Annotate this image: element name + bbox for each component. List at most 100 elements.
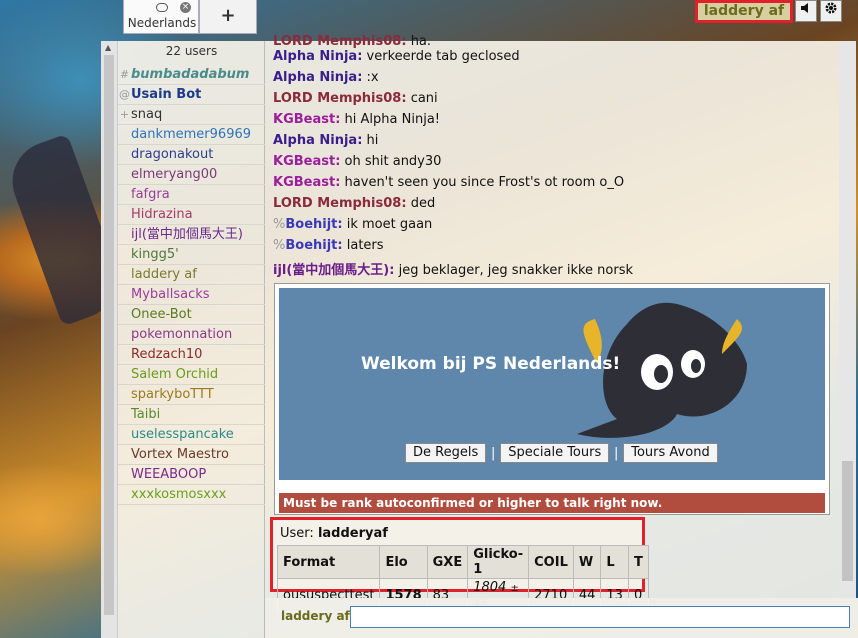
rules-button[interactable]: De Regels (405, 443, 487, 463)
userlist-item[interactable]: dankmemer96969 (118, 125, 265, 145)
user-name[interactable]: Taibi (131, 407, 160, 422)
welcome-title: Welkom bij PS Nederlands! (361, 354, 621, 374)
scrollbar-thumb[interactable] (104, 55, 114, 615)
chat-username[interactable]: KGBeast: (273, 154, 340, 169)
user-name[interactable]: pokemonnation (131, 327, 232, 342)
chat-username[interactable]: KGBeast: (273, 175, 340, 190)
separator: | (491, 445, 496, 461)
chat-message: Alpha Ninja: hi (273, 133, 378, 148)
userlist-item[interactable]: Salem Orchid (118, 365, 265, 385)
stats-column-header: GXE (426, 545, 469, 579)
stats-column-header: Glicko-1 (467, 545, 530, 579)
user-name[interactable]: Salem Orchid (131, 367, 218, 382)
special-tours-button[interactable]: Speciale Tours (500, 443, 610, 463)
chat-input[interactable] (350, 606, 850, 628)
user-button[interactable]: laddery af (695, 0, 793, 23)
tab-label: Nederlands (127, 16, 197, 30)
close-icon[interactable]: × (180, 2, 191, 13)
user-name[interactable]: Usain Bot (131, 87, 201, 102)
user-name[interactable]: bumbadadabum (131, 67, 249, 82)
user-rank-symbol: @ (119, 88, 130, 101)
new-tab-button[interactable]: + (199, 0, 257, 34)
chat-message: %Boehijt: laters (273, 238, 384, 253)
chat-text: haven't seen you since Frost's ot room o… (344, 175, 625, 190)
user-name[interactable]: snaq (131, 107, 162, 122)
chat-text: laters (346, 238, 384, 253)
user-name[interactable]: laddery af (131, 267, 197, 282)
user-name[interactable]: sparkyboTTT (131, 387, 214, 402)
userlist-item[interactable]: pokemonnation (118, 325, 265, 345)
userlist-item[interactable]: kingg5' (118, 245, 265, 265)
scroll-up-icon[interactable]: ▲ (105, 43, 111, 52)
userlist-item[interactable]: xxxkosmosxxx (118, 485, 265, 505)
user-name[interactable]: Onee-Bot (131, 307, 192, 322)
chat-username[interactable]: KGBeast: (273, 112, 340, 127)
user-rank-symbol: + (119, 108, 130, 121)
userlist-item[interactable]: Redzach10 (118, 345, 265, 365)
userlist-item[interactable]: dragonakout (118, 145, 265, 165)
chat-username[interactable]: Alpha Ninja: (273, 49, 362, 64)
userlist-item[interactable]: Onee-Bot (118, 305, 265, 325)
user-stats-box: User: ladderyaf Format Elo GXE Glicko-1 COIL… (270, 517, 649, 612)
user-name[interactable]: Vortex Maestro (131, 447, 229, 462)
userlist: ▲ 22 users # bumbadadabum @Usain Bot + snaq d… (101, 41, 265, 638)
userlist-item[interactable]: uselesspancake (118, 425, 265, 445)
user-name[interactable]: dankmemer96969 (131, 127, 251, 142)
userlist-item[interactable]: # bumbadadabum (118, 65, 265, 85)
userlist-item[interactable]: Vortex Maestro (118, 445, 265, 465)
user-name[interactable]: dragonakout (131, 147, 213, 162)
welcome-box: Welkom bij PS Nederlands! De Regels | Spec… (274, 283, 830, 515)
user-list: # bumbadadabum @Usain Bot + snaq dankmemer969… (118, 65, 265, 505)
glicko-value: 1804 (473, 580, 507, 595)
chat-text: oh shit andy30 (344, 154, 442, 169)
user-name[interactable]: uselesspancake (131, 427, 234, 442)
userlist-item[interactable]: Taibi (118, 405, 265, 425)
userlist-item[interactable]: @Usain Bot (118, 85, 265, 105)
speaker-icon[interactable] (795, 0, 817, 22)
chat-username[interactable]: LORD Memphis08: (273, 91, 407, 106)
mascot-image (577, 302, 747, 438)
user-name[interactable]: xxxkosmosxxx (131, 487, 226, 502)
chat-scrollbar[interactable] (839, 41, 856, 598)
scrollbar-thumb[interactable] (842, 461, 853, 581)
user-name[interactable]: kingg5' (131, 247, 179, 262)
welcome-button-row: De Regels | Speciale Tours | Tours Avond (405, 443, 718, 463)
userlist-item[interactable]: WEEABOOP (118, 465, 265, 485)
user-name[interactable]: WEEABOOP (131, 467, 206, 482)
userlist-item[interactable]: ijl(當中加個馬大王) (118, 225, 265, 245)
userlist-item[interactable]: sparkyboTTT (118, 385, 265, 405)
userlist-item[interactable]: laddery af (118, 265, 265, 285)
chat-rank-symbol: % (273, 217, 286, 232)
chat-username[interactable]: LORD Memphis08: (273, 196, 407, 211)
chat-message: Alpha Ninja: :x (273, 70, 379, 85)
user-name[interactable]: Myballsacks (131, 287, 210, 302)
chat-text: hi (366, 133, 379, 148)
tours-evening-button[interactable]: Tours Avond (623, 443, 718, 463)
userlist-item[interactable]: Myballsacks (118, 285, 265, 305)
stats-column-header: T (627, 545, 649, 579)
user-name[interactable]: elmeryang00 (131, 167, 217, 182)
chat-username[interactable]: Boehijt: (285, 238, 342, 253)
tab-nederlands[interactable]: × Nederlands (123, 0, 199, 34)
chat-text: verkeerde tab geclosed (366, 49, 520, 64)
user-name[interactable]: Hidrazina (131, 207, 193, 222)
chat-username[interactable]: Alpha Ninja: (273, 133, 362, 148)
chat-username[interactable]: Alpha Ninja: (273, 70, 362, 85)
userlist-item[interactable]: elmeryang00 (118, 165, 265, 185)
user-name[interactable]: Redzach10 (131, 347, 202, 362)
chat-text: ha. (410, 34, 432, 49)
stats-username[interactable]: ladderyaf (318, 526, 388, 541)
userlist-item[interactable]: fafgra (118, 185, 265, 205)
user-name[interactable]: ijl(當中加個馬大王) (131, 227, 243, 242)
chat-username[interactable]: Boehijt: (285, 217, 342, 232)
userlist-item[interactable]: Hidrazina (118, 205, 265, 225)
userlist-item[interactable]: + snaq (118, 105, 265, 125)
stats-column-header: W (572, 545, 602, 579)
chat-username[interactable]: LORD Memphis08: (273, 34, 407, 49)
chat-username[interactable]: ijl(當中加個馬大王): (273, 263, 394, 278)
chat-message: LORD Memphis08: cani (273, 91, 438, 106)
gear-icon[interactable] (820, 0, 842, 22)
userlist-scrollbar[interactable]: ▲ (101, 41, 118, 638)
user-name[interactable]: fafgra (131, 187, 170, 202)
chat-message: KGBeast: hi Alpha Ninja! (273, 112, 440, 127)
